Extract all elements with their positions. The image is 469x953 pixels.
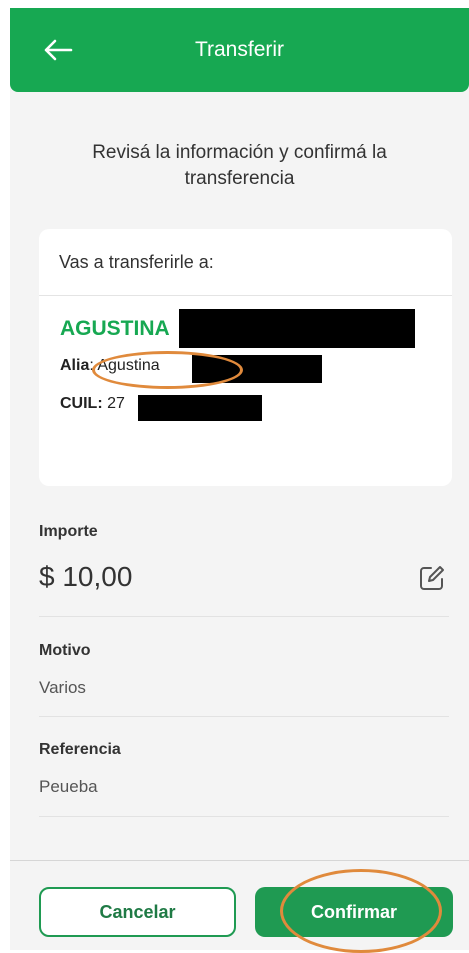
referencia-value: Peueba: [39, 777, 98, 796]
recipient-card-heading: Vas a transferirle a:: [39, 229, 452, 296]
divider: [39, 716, 449, 717]
recipient-name: AGUSTINA: [60, 317, 170, 340]
redaction-bar: [179, 309, 415, 348]
amount-value: $ 10,00: [39, 561, 133, 592]
redaction-bar: [138, 395, 262, 421]
alias-label: Alia: [60, 357, 90, 374]
cuil-label: CUIL:: [60, 395, 103, 412]
motivo-value: Varios: [39, 678, 86, 697]
page-title: Transferir: [194, 38, 285, 61]
alias-value: : Agustina: [89, 357, 160, 374]
motivo-section: Motivo Varios: [39, 642, 449, 698]
edit-icon: [420, 566, 444, 590]
amount-section: Importe $ 10,00: [39, 523, 449, 593]
edit-amount-button[interactable]: [415, 561, 449, 595]
cancel-button[interactable]: Cancelar: [39, 887, 236, 937]
motivo-label: Motivo: [39, 642, 91, 659]
transfer-confirmation-screen: Transferir Revisá la información y confi…: [10, 8, 469, 953]
app-header: Transferir: [10, 8, 469, 92]
referencia-section: Referencia Peueba: [39, 741, 449, 797]
confirm-button[interactable]: Confirmar: [255, 887, 453, 937]
recipient-cuil: CUIL: 27: [60, 395, 125, 413]
cuil-value: 27: [107, 395, 125, 412]
recipient-card: Vas a transferirle a: AGUSTINA Alia: Agu…: [39, 229, 452, 486]
amount-label: Importe: [39, 523, 98, 540]
divider: [39, 616, 449, 617]
referencia-label: Referencia: [39, 741, 121, 758]
review-instructions: Revisá la información y confirmá la tran…: [92, 142, 387, 189]
recipient-alias: Alia: Agustina: [60, 357, 160, 375]
redaction-bar: [192, 355, 322, 383]
divider: [39, 816, 449, 817]
action-footer: Cancelar Confirmar: [10, 860, 469, 953]
